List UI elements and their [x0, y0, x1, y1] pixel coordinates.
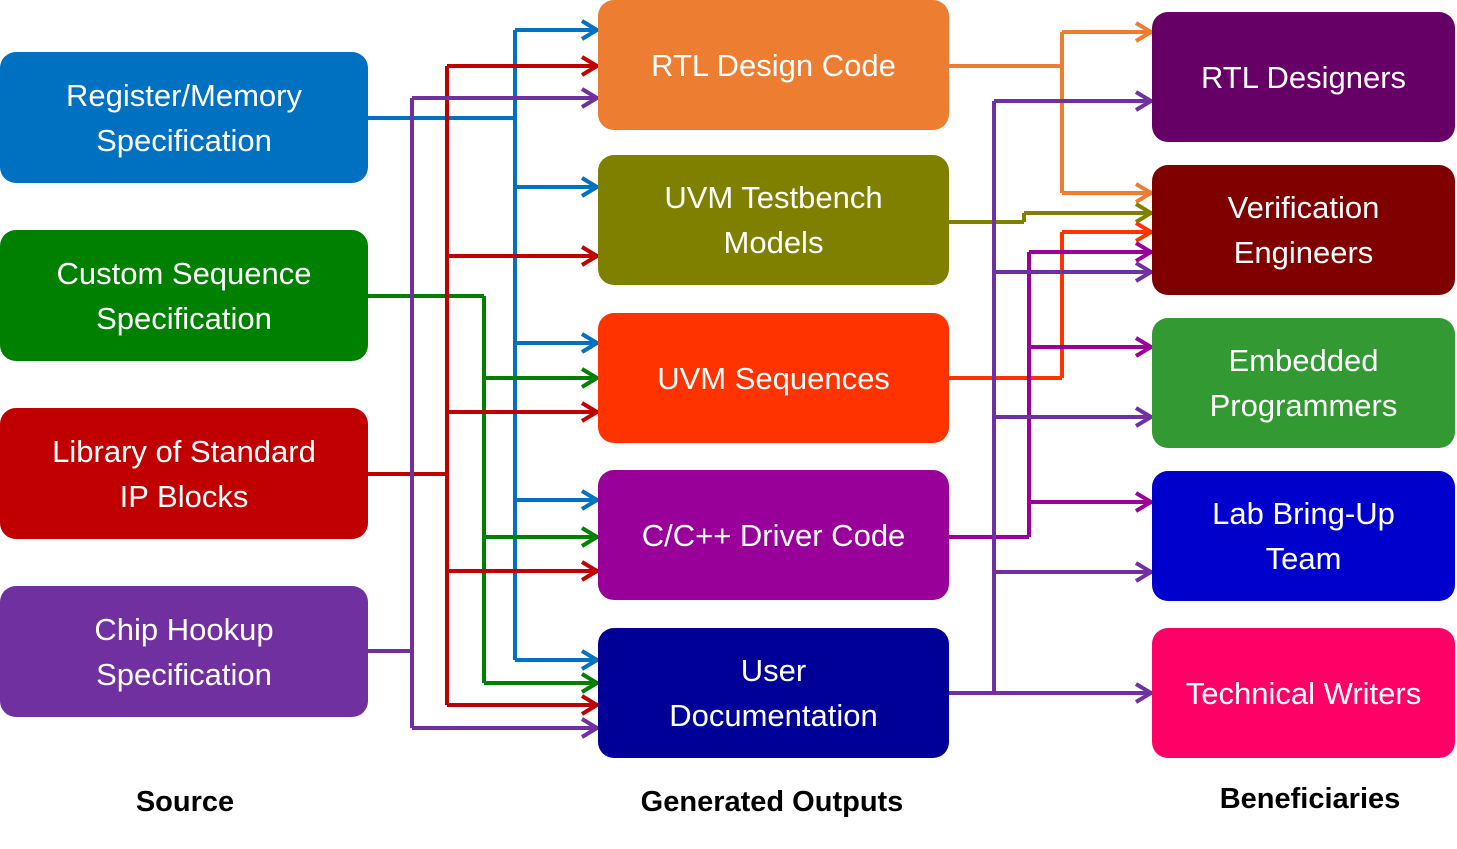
source-chip-hookup-spec[interactable]: Chip Hookup Specification [0, 586, 368, 717]
output-uvm-sequences[interactable]: UVM Sequences [598, 313, 949, 443]
output-rtl-design-code[interactable]: RTL Design Code [598, 0, 949, 130]
beneficiary-lab-bringup-team[interactable]: Lab Bring-Up Team [1152, 471, 1455, 601]
source-custom-sequence-spec[interactable]: Custom Sequence Specification [0, 230, 368, 361]
beneficiary-verification-engineers[interactable]: Verification Engineers [1152, 165, 1455, 295]
output-c-driver-code[interactable]: C/C++ Driver Code [598, 470, 949, 600]
source-register-memory-spec[interactable]: Register/Memory Specification [0, 52, 368, 183]
source-standard-ip-library[interactable]: Library of Standard IP Blocks [0, 408, 368, 539]
output-user-documentation[interactable]: User Documentation [598, 628, 949, 758]
beneficiary-embedded-programmers[interactable]: Embedded Programmers [1152, 318, 1455, 448]
column-label-beneficiaries: Beneficiaries [1219, 783, 1401, 815]
output-uvm-testbench-models[interactable]: UVM Testbench Models [598, 155, 949, 285]
column-label-source: Source [135, 786, 235, 818]
beneficiary-technical-writers[interactable]: Technical Writers [1152, 628, 1455, 758]
column-label-generated-outputs: Generated Outputs [640, 786, 904, 818]
beneficiary-rtl-designers[interactable]: RTL Designers [1152, 12, 1455, 142]
